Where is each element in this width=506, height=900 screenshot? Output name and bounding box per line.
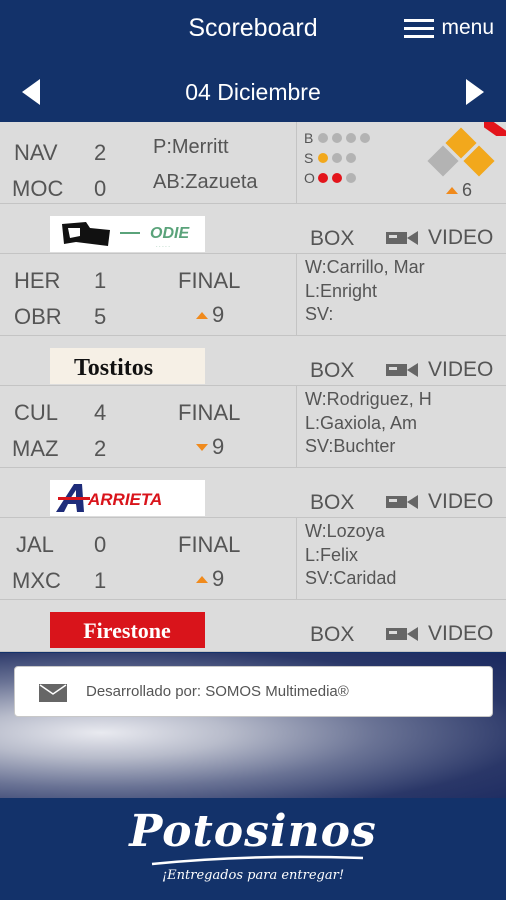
inning-indicator: 9: [196, 434, 224, 460]
svg-text:Tostitos: Tostitos: [74, 355, 153, 381]
brand-tagline: ¡Entregados para entregar!: [161, 868, 345, 883]
pitcher-decisions: W:Lozoya L:Felix SV:Caridad: [305, 520, 396, 591]
game-row[interactable]: NAV 2 MOC 0 P:Merritt AB:Zazueta B S O 6: [0, 122, 506, 204]
away-team: NAV: [14, 140, 58, 165]
box-score-link[interactable]: BOX: [310, 359, 354, 383]
live-badge: [484, 122, 506, 136]
winning-pitcher: W:Carrillo, Mar: [305, 257, 425, 277]
video-camera-icon: [386, 363, 418, 377]
box-score-link[interactable]: BOX: [310, 623, 354, 647]
game-row[interactable]: JAL 0 MXC 1 FINAL 9 W:Lozoya L:Felix SV:…: [0, 518, 506, 600]
video-link[interactable]: VIDEO: [385, 358, 493, 382]
box-score-link[interactable]: BOX: [310, 491, 354, 515]
video-camera-icon: [386, 231, 418, 245]
winning-pitcher: W:Rodriguez, H: [305, 389, 432, 409]
brand-logo: Potosinos: [129, 806, 377, 857]
menu-button[interactable]: menu: [404, 16, 494, 40]
hamburger-menu-icon: [404, 17, 435, 39]
away-score: 4: [94, 400, 107, 425]
game-status: FINAL: [178, 532, 241, 557]
sponsor-row: ARRIETA BOX VIDEO: [0, 468, 506, 518]
inning-indicator: 9: [196, 302, 224, 328]
svg-text:ARRIETA: ARRIETA: [87, 490, 162, 509]
home-score: 2: [94, 436, 107, 461]
video-link[interactable]: VIDEO: [385, 226, 493, 250]
current-date: 04 Diciembre: [185, 79, 321, 105]
current-pitcher: P:Merritt: [153, 136, 229, 158]
away-team: JAL: [16, 532, 54, 557]
balls-indicator: B: [304, 128, 374, 148]
losing-pitcher: L:Felix: [305, 544, 359, 565]
video-link[interactable]: VIDEO: [385, 490, 493, 514]
sponsor-logo-newera: ODIE · · · · ·: [50, 216, 205, 252]
home-score: 5: [94, 304, 107, 329]
svg-text:ODIE: ODIE: [150, 225, 190, 242]
svg-text:· · · · ·: · · · · ·: [156, 244, 170, 250]
logo-swoosh: [151, 855, 364, 866]
home-team: OBR: [14, 304, 62, 329]
save-pitcher: SV:Caridad: [305, 568, 397, 588]
current-batter: AB:Zazueta: [153, 171, 258, 193]
svg-text:Firestone: Firestone: [83, 618, 171, 643]
video-link[interactable]: VIDEO: [385, 622, 493, 646]
scoreboard-list: NAV 2 MOC 0 P:Merritt AB:Zazueta B S O 6…: [0, 122, 506, 652]
video-camera-icon: [386, 627, 418, 641]
save-pitcher: SV:: [305, 304, 334, 324]
count-panel: B S O: [304, 128, 374, 188]
footer: Potosinos ¡Entregados para entregar!: [0, 798, 506, 900]
home-score: 1: [94, 568, 107, 593]
bases-diamond-icon: [426, 127, 496, 188]
sponsor-row: Tostitos BOX VIDEO: [0, 336, 506, 386]
home-team: MXC: [12, 568, 61, 593]
losing-pitcher: L:Gaxiola, Am: [305, 412, 418, 433]
sponsor-logo-arrieta: ARRIETA: [50, 480, 205, 516]
live-inning: 6: [446, 180, 472, 201]
away-score: 0: [94, 532, 107, 557]
chevron-right-icon[interactable]: [466, 79, 484, 105]
mail-icon: [39, 684, 67, 702]
home-score: 0: [94, 176, 107, 201]
sponsor-row: ODIE · · · · · BOX VIDEO: [0, 204, 506, 254]
inning-indicator: 9: [196, 566, 224, 592]
game-status: FINAL: [178, 400, 241, 425]
away-team: CUL: [14, 400, 59, 425]
save-pitcher: SV:Buchter: [305, 436, 396, 456]
developer-credit-text: Desarrollado por: SOMOS Multimedia®: [86, 683, 349, 700]
home-team: MAZ: [12, 436, 59, 461]
outs-indicator: O: [304, 168, 374, 188]
away-score: 2: [94, 140, 107, 165]
away-team: HER: [14, 268, 61, 293]
date-navigator: 04 Diciembre: [0, 62, 506, 122]
away-score: 1: [94, 268, 107, 293]
strikes-indicator: S: [304, 148, 374, 168]
game-row[interactable]: HER 1 OBR 5 FINAL 9 W:Carrillo, Mar L:En…: [0, 254, 506, 336]
sponsor-logo-tostitos: Tostitos: [50, 348, 205, 384]
menu-label: menu: [441, 16, 494, 39]
home-team: MOC: [12, 176, 64, 201]
sponsor-logo-firestone: Firestone: [50, 612, 205, 648]
losing-pitcher: L:Enright: [305, 280, 378, 301]
sponsor-row: Firestone BOX VIDEO: [0, 600, 506, 652]
box-score-link[interactable]: BOX: [310, 227, 354, 251]
developer-credit-button[interactable]: Desarrollado por: SOMOS Multimedia®: [14, 666, 493, 717]
game-row[interactable]: CUL 4 MAZ 2 FINAL 9 W:Rodriguez, H L:Gax…: [0, 386, 506, 468]
winning-pitcher: W:Lozoya: [305, 521, 385, 541]
pitcher-decisions: W:Carrillo, Mar L:Enright SV:: [305, 256, 425, 327]
pitcher-decisions: W:Rodriguez, H L:Gaxiola, Am SV:Buchter: [305, 388, 432, 459]
app-header: Scoreboard menu: [0, 0, 506, 62]
game-status: FINAL: [178, 268, 241, 293]
video-camera-icon: [386, 495, 418, 509]
